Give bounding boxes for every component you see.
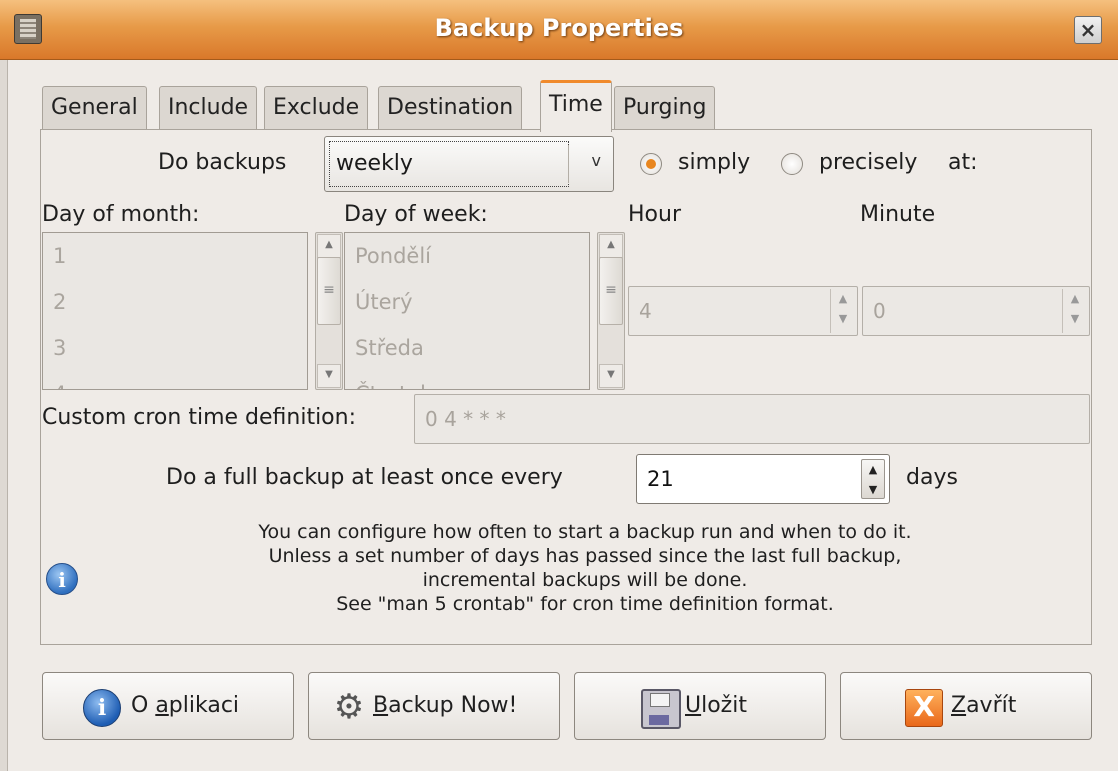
- info-line: See "man 5 crontab" for cron time defini…: [336, 593, 834, 615]
- day-of-month-scrollbar[interactable]: ▲ ≡ ▼: [315, 232, 343, 390]
- save-button[interactable]: Uložit: [574, 672, 826, 740]
- backup-now-button[interactable]: ⚙ Backup Now!: [308, 672, 560, 740]
- minute-label: Minute: [860, 202, 936, 227]
- full-backup-days-spinner[interactable]: 21 ▲ ▼: [636, 454, 890, 504]
- about-button[interactable]: i O aplikaci: [42, 672, 294, 740]
- frequency-value: weekly: [329, 141, 569, 187]
- do-backups-label: Do backups: [158, 150, 287, 175]
- custom-cron-value: 0 4 * * *: [425, 407, 506, 431]
- close-button[interactable]: X Zavřít: [840, 672, 1092, 740]
- window-border: [0, 60, 8, 771]
- info-text: You can configure how often to start a b…: [150, 520, 1020, 616]
- spin-arrows-icon[interactable]: ▲ ▼: [861, 459, 885, 499]
- close-window-icon[interactable]: ×: [1074, 16, 1102, 44]
- spin-arrows-icon[interactable]: ▲ ▼: [830, 289, 855, 333]
- day-of-month-label: Day of month:: [42, 202, 200, 227]
- close-button-label: Zavřít: [951, 693, 1017, 718]
- list-item[interactable]: Pondělí: [345, 233, 589, 279]
- combo-separator: [568, 145, 569, 183]
- info-line: incremental backups will be done.: [422, 569, 748, 591]
- list-item[interactable]: Středa: [345, 325, 589, 371]
- day-of-month-list[interactable]: 1 2 3 4: [42, 232, 308, 390]
- scroll-up-icon[interactable]: ▲: [599, 234, 623, 258]
- list-item[interactable]: 4: [43, 371, 307, 389]
- info-line: You can configure how often to start a b…: [258, 521, 912, 543]
- minute-spinner[interactable]: 0 ▲ ▼: [862, 286, 1090, 336]
- full-backup-days-value: 21: [647, 467, 674, 491]
- info-line: Unless a set number of days has passed s…: [268, 545, 902, 567]
- day-of-week-scrollbar[interactable]: ▲ ≡ ▼: [597, 232, 625, 390]
- tab-include[interactable]: Include: [159, 86, 258, 132]
- hour-value: 4: [639, 299, 652, 323]
- tab-time[interactable]: Time: [540, 80, 612, 132]
- tab-destination[interactable]: Destination: [378, 86, 523, 132]
- custom-cron-label: Custom cron time definition:: [42, 405, 356, 430]
- scroll-down-icon[interactable]: ▼: [317, 364, 341, 388]
- days-label: days: [906, 465, 958, 490]
- scroll-thumb[interactable]: ≡: [599, 257, 623, 325]
- hour-label: Hour: [628, 202, 681, 227]
- tab-general[interactable]: General: [42, 86, 147, 132]
- scroll-down-icon[interactable]: ▼: [599, 364, 623, 388]
- tab-purging[interactable]: Purging: [614, 86, 716, 132]
- full-backup-label: Do a full backup at least once every: [166, 465, 563, 490]
- backup-frequency-combo[interactable]: weekly v: [324, 136, 614, 192]
- info-icon: i: [83, 689, 121, 727]
- list-item[interactable]: Úterý: [345, 279, 589, 325]
- scroll-thumb[interactable]: ≡: [317, 257, 341, 325]
- floppy-disk-icon: [641, 689, 681, 729]
- precisely-label[interactable]: precisely: [819, 150, 917, 175]
- save-button-label: Uložit: [685, 693, 747, 718]
- chevron-down-icon: v: [591, 151, 601, 170]
- hour-spinner[interactable]: 4 ▲ ▼: [628, 286, 858, 336]
- list-item[interactable]: Čtvrtek: [345, 371, 589, 389]
- spin-arrows-icon[interactable]: ▲ ▼: [1062, 289, 1087, 333]
- list-item[interactable]: 1: [43, 233, 307, 279]
- day-of-week-label: Day of week:: [344, 202, 488, 227]
- info-icon: i: [46, 563, 78, 595]
- close-icon: X: [905, 689, 943, 727]
- list-item[interactable]: 2: [43, 279, 307, 325]
- window-title: Backup Properties: [434, 14, 684, 42]
- backup-now-button-label: Backup Now!: [373, 693, 518, 718]
- custom-cron-field[interactable]: 0 4 * * *: [414, 394, 1090, 444]
- simply-radio[interactable]: [640, 153, 662, 175]
- tab-exclude[interactable]: Exclude: [264, 86, 369, 132]
- precisely-radio[interactable]: [781, 153, 803, 175]
- list-item[interactable]: 3: [43, 325, 307, 371]
- minute-value: 0: [873, 299, 886, 323]
- simply-label[interactable]: simply: [678, 150, 750, 175]
- title-bar[interactable]: Backup Properties ×: [0, 0, 1118, 60]
- gears-icon: ⚙: [333, 687, 365, 727]
- scroll-up-icon[interactable]: ▲: [317, 234, 341, 258]
- at-label: at:: [948, 150, 978, 175]
- about-button-label: O aplikaci: [131, 693, 240, 718]
- day-of-week-list[interactable]: Pondělí Úterý Středa Čtvrtek: [344, 232, 590, 390]
